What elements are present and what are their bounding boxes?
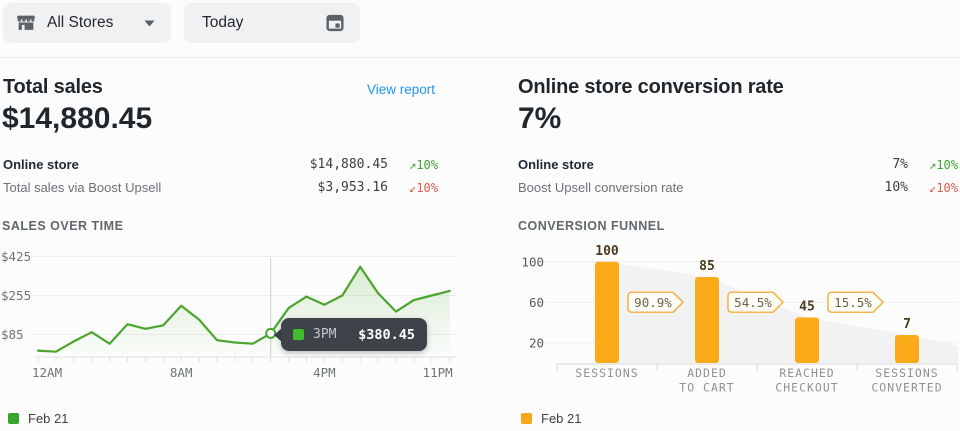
chevron-down-icon [144,20,155,27]
funnel-category-label: CHECKOUT [775,381,838,395]
x-tick-label: 12AM [32,365,62,380]
metric-change-up: ↗10% [388,158,438,172]
conversion-funnel-header: CONVERSION FUNNEL [518,219,665,233]
tooltip-series-swatch [293,329,304,340]
funnel-step-percent: 90.9% [634,295,672,310]
metric-value: 7% [892,157,908,172]
metric-value: 10% [885,180,908,195]
funnel-bar[interactable] [795,317,819,363]
metric-label: Online store [3,157,79,172]
metric-label: Boost Upsell conversion rate [518,180,683,195]
conversion-funnel-chart[interactable]: 100 60 20 100 85 45 7 90.9% 54.5% 15.5% SESSIONS AD… [518,240,960,408]
funnel-category-label: SESSIONS [875,366,938,380]
x-tick-label: 8AM [170,365,193,380]
sales-over-time-header: SALES OVER TIME [2,219,123,233]
legend-label: Feb 21 [541,411,581,426]
x-tick-label: 11PM [423,365,453,380]
funnel-step-percent: 15.5% [834,295,872,310]
total-sales-breakdown: Online store $14,880.45 ↗10% Total sales… [3,153,438,199]
metric-row: Online store $14,880.45 ↗10% [3,153,438,176]
view-report-link[interactable]: View report [367,82,435,97]
tooltip-time-label: 3PM [313,327,336,342]
conversion-rate-title: Online store conversion rate [518,76,784,99]
metric-row: Boost Upsell conversion rate 10% ↙10% [518,176,958,199]
date-range-button[interactable]: Today [184,3,360,43]
funnel-bar-value: 100 [595,244,619,259]
y-tick-label: $425 [1,249,31,264]
legend-swatch-green [8,413,19,424]
metric-value: $3,953.16 [318,180,388,195]
date-range-label: Today [202,14,243,32]
metric-change-up: ↗10% [908,158,958,172]
funnel-bar-value: 45 [799,299,815,314]
conversion-rate-value: 7% [518,102,561,136]
analytics-dashboard: All Stores Today Total sales View report… [0,0,960,431]
funnel-bar-value: 7 [903,317,911,332]
y-tick-label: 20 [529,335,544,350]
funnel-step-percent: 54.5% [734,295,772,310]
legend-label: Feb 21 [28,411,68,426]
total-sales-title: Total sales [3,76,103,99]
funnel-category-label: CONVERTED [871,381,942,395]
total-sales-value: $14,880.45 [2,102,152,136]
funnel-bar[interactable] [895,335,919,363]
funnel-bar-value: 85 [699,259,715,274]
x-tick-label: 4PM [313,365,336,380]
funnel-bar[interactable] [695,277,719,363]
topbar-divider [0,57,960,58]
metric-change-down: ↙10% [388,181,438,195]
sales-chart-legend: Feb 21 [8,411,68,426]
storefront-icon [15,12,37,34]
store-selector-button[interactable]: All Stores [3,3,171,43]
metric-row: Total sales via Boost Upsell $3,953.16 ↙… [3,176,438,199]
store-selector-label: All Stores [47,14,113,32]
y-tick-label: $255 [1,288,31,303]
funnel-chart-legend: Feb 21 [521,411,581,426]
legend-swatch-orange [521,413,532,424]
funnel-bar[interactable] [595,262,619,363]
metric-value: $14,880.45 [310,157,388,172]
funnel-category-label: ADDED [687,366,727,380]
metric-change-down: ↙10% [908,181,958,195]
tooltip-value: $380.45 [358,327,415,343]
funnel-category-label: REACHED [779,366,834,380]
metric-row: Online store 7% ↗10% [518,153,958,176]
y-tick-label: 100 [521,254,544,269]
funnel-category-label: TO CART [679,381,734,395]
conversion-breakdown: Online store 7% ↗10% Boost Upsell conver… [518,153,958,199]
chart-tooltip: 3PM $380.45 [281,318,427,351]
y-tick-label: $85 [1,327,24,342]
funnel-category-label: SESSIONS [575,366,638,380]
calendar-icon [324,12,346,34]
metric-label: Total sales via Boost Upsell [3,180,161,195]
y-tick-label: 60 [529,295,544,310]
metric-label: Online store [518,157,594,172]
